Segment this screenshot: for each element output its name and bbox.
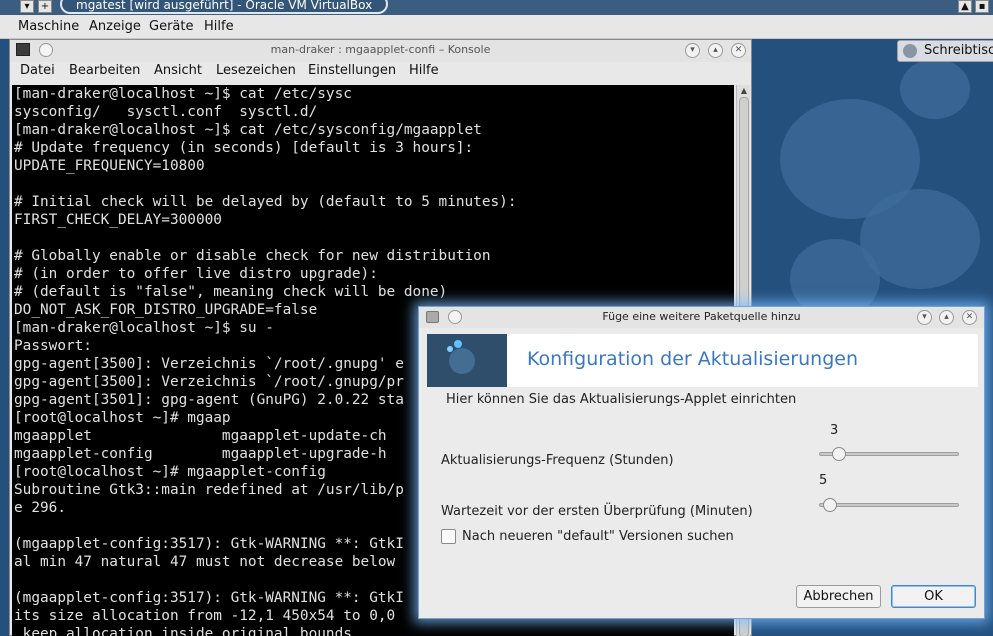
desktop-icon [903, 44, 917, 58]
maximize-icon[interactable]: ▴ [708, 43, 723, 58]
menu-datei[interactable]: Datei [20, 63, 55, 78]
slider-handle[interactable] [822, 498, 837, 512]
terminal-line: # (default is "false", meaning check wil… [14, 284, 448, 300]
konsole-title: man-draker : mgaapplet-confi – Konsole [270, 43, 491, 56]
konsole-titlebar[interactable]: man-draker : mgaapplet-confi – Konsole ▾… [10, 40, 751, 62]
delay-slider[interactable] [819, 497, 959, 513]
vbox-pin-icon[interactable]: + [38, 0, 52, 13]
minimize-icon[interactable]: ▾ [917, 310, 932, 325]
slider-groove [819, 503, 959, 507]
konsole-menubar: Datei Bearbeiten Ansicht Lesezeichen Ein… [10, 62, 751, 82]
cancel-button[interactable]: Abbrechen [796, 585, 881, 608]
default-versions-label[interactable]: Nach neueren "default" Versionen suchen [462, 529, 734, 544]
terminal-line: [man-draker@localhost ~]$ cat /etc/sysco… [14, 122, 482, 138]
vbox-restore-icon[interactable]: ▪ [975, 0, 989, 13]
terminal-line: sysconfig/ sysctl.conf sysctl.d/ [14, 104, 318, 120]
vbox-menu-maschine[interactable]: Maschine [18, 19, 79, 34]
vbox-minimize-icon[interactable]: ▲ [958, 0, 972, 13]
dialog-banner: Konfiguration der Aktualisierungen [427, 334, 978, 387]
update-config-dialog: Füge eine weitere Paketquelle hinzu ▾ ▴ … [418, 306, 985, 619]
dialog-titlebar[interactable]: Füge eine weitere Paketquelle hinzu ▾ ▴ … [419, 307, 984, 328]
desktop-switcher-tab[interactable]: Schreibtisch [897, 40, 993, 62]
terminal-line: UPDATE_FREQUENCY=10800 [14, 158, 205, 174]
terminal-line: # (in order to offer live distro upgrade… [14, 266, 378, 282]
vbox-menubar: Maschine Anzeige Geräte Hilfe [0, 15, 993, 39]
frequency-value: 3 [830, 423, 839, 438]
desktop-tab-label: Schreibtisch [924, 43, 993, 58]
scroll-up-icon[interactable]: ▲ [738, 85, 750, 97]
vbox-window-title: mgatest [wird ausgeführt] - Oracle VM Vi… [60, 0, 389, 14]
terminal-line: # Update frequency (in seconds) [default… [14, 140, 474, 156]
frequency-slider[interactable] [819, 446, 959, 462]
vbox-menu-icon[interactable]: ▾ [20, 0, 34, 13]
frequency-label: Aktualisierungs-Frequenz (Stunden) [441, 453, 674, 468]
vbox-menu-geraete[interactable]: Geräte [149, 19, 193, 34]
menu-bearbeiten[interactable]: Bearbeiten [69, 63, 140, 78]
ok-button[interactable]: OK [891, 585, 976, 608]
menu-hilfe[interactable]: Hilfe [409, 63, 439, 78]
terminal-line: # Globally enable or disable check for n… [14, 248, 491, 264]
terminal-line: [man-draker@localhost ~]$ cat /etc/sysc [14, 86, 352, 102]
terminal-line: # Initial check will be delayed by (defa… [14, 194, 517, 210]
delay-label: Wartezeit vor der ersten Überprüfung (Mi… [441, 504, 753, 519]
terminal-line: FIRST_CHECK_DELAY=300000 [14, 212, 222, 228]
terminal-line: keep allocation inside original bounds [14, 626, 352, 636]
vbox-menu-hilfe[interactable]: Hilfe [204, 19, 234, 34]
dialog-title: Füge eine weitere Paketquelle hinzu [602, 310, 801, 323]
maximize-icon[interactable]: ▴ [939, 310, 954, 325]
menu-einstellungen[interactable]: Einstellungen [308, 63, 396, 78]
menu-ansicht[interactable]: Ansicht [154, 63, 202, 78]
vbox-titlebar: ▾ + mgatest [wird ausgeführt] - Oracle V… [0, 0, 993, 15]
slider-handle[interactable] [831, 447, 846, 461]
default-versions-checkbox[interactable] [441, 529, 456, 544]
vbox-menu-anzeige[interactable]: Anzeige [89, 19, 141, 34]
close-icon[interactable]: ✕ [731, 43, 746, 58]
wallpaper-shape [900, 59, 970, 119]
dialog-intro: Hier können Sie das Aktualisierungs-Appl… [446, 392, 797, 407]
mageia-update-icon [427, 334, 507, 387]
minimize-icon[interactable]: ▾ [685, 43, 700, 58]
menu-lesezeichen[interactable]: Lesezeichen [216, 63, 296, 78]
dialog-heading: Konfiguration der Aktualisierungen [527, 348, 858, 370]
delay-value: 5 [819, 473, 828, 488]
close-icon[interactable]: ✕ [962, 310, 977, 325]
